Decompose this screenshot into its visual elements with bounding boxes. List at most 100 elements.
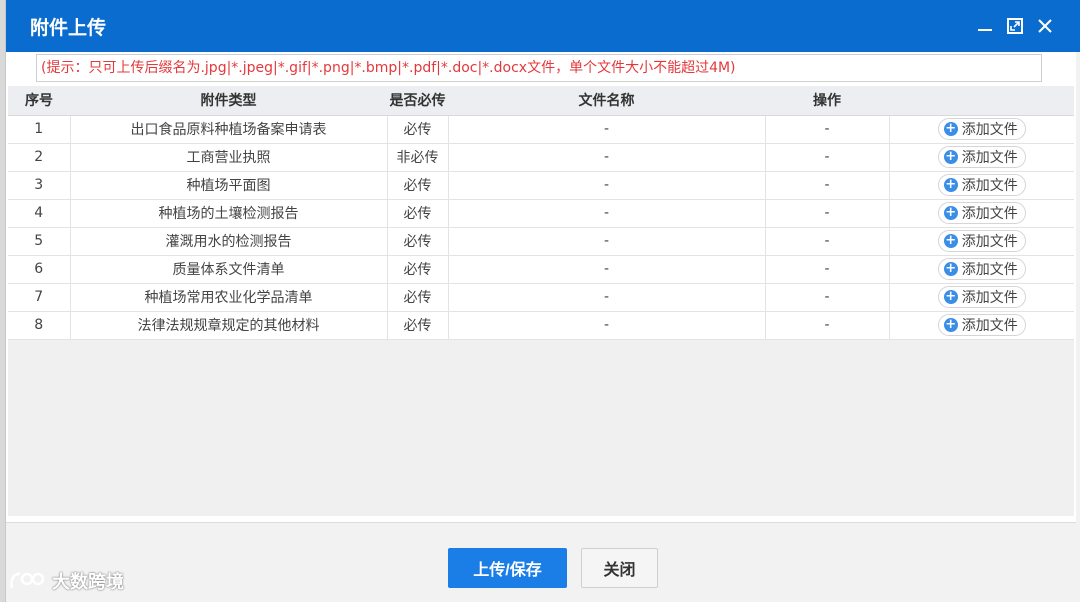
plus-circle-icon: + <box>943 177 958 192</box>
row-filename: - <box>448 199 766 228</box>
plus-circle-icon: + <box>943 261 958 276</box>
upload-dialog: 附件上传 (提示：只可上传后缀名为.jpg|*.jpeg|*.gif|*.png… <box>5 0 1080 602</box>
row-no: 1 <box>8 115 71 144</box>
header-no: 序号 <box>8 86 70 116</box>
add-file-label: 添加文件 <box>961 206 1018 222</box>
row-required: 必传 <box>387 115 449 144</box>
plus-circle-icon: + <box>943 205 958 220</box>
plus-circle-icon: + <box>943 289 958 304</box>
row-action-cell: + 添加文件 <box>889 283 1074 312</box>
plus-circle-icon: + <box>943 121 958 136</box>
row-operation: - <box>765 115 890 144</box>
add-file-button[interactable]: + 添加文件 <box>937 146 1026 168</box>
add-file-label: 添加文件 <box>961 234 1018 250</box>
table-row: 4 种植场的土壤检测报告 必传 - - + 添加文件 <box>8 199 1074 228</box>
attachment-table: 序号 附件类型 是否必传 文件名称 操作 1 出口食品原料种植场备案申请表 必传… <box>8 86 1074 340</box>
add-file-label: 添加文件 <box>961 318 1018 334</box>
add-file-button[interactable]: + 添加文件 <box>937 118 1026 140</box>
table-row: 2 工商营业执照 非必传 - - + 添加文件 <box>8 143 1074 172</box>
watermark-logo-icon <box>10 572 45 589</box>
header-action <box>889 86 1074 116</box>
row-type: 法律法规规章规定的其他材料 <box>70 311 388 340</box>
dialog-footer: 上传/保存 关闭 <box>6 522 1076 602</box>
dialog-title: 附件上传 <box>30 16 107 39</box>
add-file-button[interactable]: + 添加文件 <box>937 314 1026 336</box>
table-header-row: 序号 附件类型 是否必传 文件名称 操作 <box>8 86 1074 116</box>
maximize-icon[interactable] <box>1000 11 1030 41</box>
row-action-cell: + 添加文件 <box>889 255 1074 284</box>
row-filename: - <box>448 283 766 312</box>
row-no: 7 <box>8 283 71 312</box>
row-action-cell: + 添加文件 <box>889 115 1074 144</box>
add-file-label: 添加文件 <box>961 178 1018 194</box>
dialog-titlebar: 附件上传 <box>6 0 1080 52</box>
row-required: 必传 <box>387 227 449 256</box>
add-file-label: 添加文件 <box>961 262 1018 278</box>
row-action-cell: + 添加文件 <box>889 227 1074 256</box>
row-required: 必传 <box>387 311 449 340</box>
row-required: 必传 <box>387 199 449 228</box>
row-operation: - <box>765 143 890 172</box>
row-filename: - <box>448 311 766 340</box>
table-row: 1 出口食品原料种植场备案申请表 必传 - - + 添加文件 <box>8 115 1074 144</box>
row-filename: - <box>448 143 766 172</box>
dialog-content: (提示：只可上传后缀名为.jpg|*.jpeg|*.gif|*.png|*.bm… <box>6 52 1076 522</box>
table-row: 3 种植场平面图 必传 - - + 添加文件 <box>8 171 1074 200</box>
add-file-button[interactable]: + 添加文件 <box>937 286 1026 308</box>
add-file-button[interactable]: + 添加文件 <box>937 230 1026 252</box>
add-file-button[interactable]: + 添加文件 <box>937 174 1026 196</box>
table-row: 5 灌溉用水的检测报告 必传 - - + 添加文件 <box>8 227 1074 256</box>
row-type: 质量体系文件清单 <box>70 255 388 284</box>
row-required: 必传 <box>387 171 449 200</box>
add-file-button[interactable]: + 添加文件 <box>937 258 1026 280</box>
header-type: 附件类型 <box>70 86 387 116</box>
minimize-icon[interactable] <box>970 11 1000 41</box>
row-no: 6 <box>8 255 71 284</box>
row-type: 种植场平面图 <box>70 171 388 200</box>
attachment-grid: 序号 附件类型 是否必传 文件名称 操作 1 出口食品原料种植场备案申请表 必传… <box>8 86 1074 516</box>
row-operation: - <box>765 171 890 200</box>
header-operation: 操作 <box>765 86 889 116</box>
row-no: 3 <box>8 171 71 200</box>
row-operation: - <box>765 283 890 312</box>
table-row: 7 种植场常用农业化学品清单 必传 - - + 添加文件 <box>8 283 1074 312</box>
row-operation: - <box>765 227 890 256</box>
plus-circle-icon: + <box>943 233 958 248</box>
row-action-cell: + 添加文件 <box>889 311 1074 340</box>
row-type: 出口食品原料种植场备案申请表 <box>70 115 388 144</box>
close-button[interactable]: 关闭 <box>581 548 658 588</box>
row-action-cell: + 添加文件 <box>889 199 1074 228</box>
row-action-cell: + 添加文件 <box>889 143 1074 172</box>
row-no: 4 <box>8 199 71 228</box>
row-action-cell: + 添加文件 <box>889 171 1074 200</box>
row-operation: - <box>765 255 890 284</box>
row-required: 必传 <box>387 283 449 312</box>
file-type-hint: (提示：只可上传后缀名为.jpg|*.jpeg|*.gif|*.png|*.bm… <box>36 54 1042 82</box>
row-required: 必传 <box>387 255 449 284</box>
add-file-label: 添加文件 <box>961 122 1018 138</box>
row-type: 种植场常用农业化学品清单 <box>70 283 388 312</box>
watermark-text: 大数跨境 <box>52 572 124 593</box>
row-no: 2 <box>8 143 71 172</box>
row-operation: - <box>765 311 890 340</box>
table-row: 6 质量体系文件清单 必传 - - + 添加文件 <box>8 255 1074 284</box>
row-no: 8 <box>8 311 71 340</box>
row-operation: - <box>765 199 890 228</box>
plus-circle-icon: + <box>943 149 958 164</box>
table-row: 8 法律法规规章规定的其他材料 必传 - - + 添加文件 <box>8 311 1074 340</box>
watermark: 大数跨境 <box>8 568 124 594</box>
close-icon[interactable] <box>1030 11 1060 41</box>
row-no: 5 <box>8 227 71 256</box>
add-file-button[interactable]: + 添加文件 <box>937 202 1026 224</box>
window-controls <box>970 11 1060 41</box>
add-file-label: 添加文件 <box>961 150 1018 166</box>
header-filename: 文件名称 <box>448 86 765 116</box>
row-required: 非必传 <box>387 143 449 172</box>
row-filename: - <box>448 115 766 144</box>
header-required: 是否必传 <box>387 86 448 116</box>
row-filename: - <box>448 255 766 284</box>
row-filename: - <box>448 227 766 256</box>
row-type: 种植场的土壤检测报告 <box>70 199 388 228</box>
upload-save-button[interactable]: 上传/保存 <box>448 548 567 588</box>
row-filename: - <box>448 171 766 200</box>
